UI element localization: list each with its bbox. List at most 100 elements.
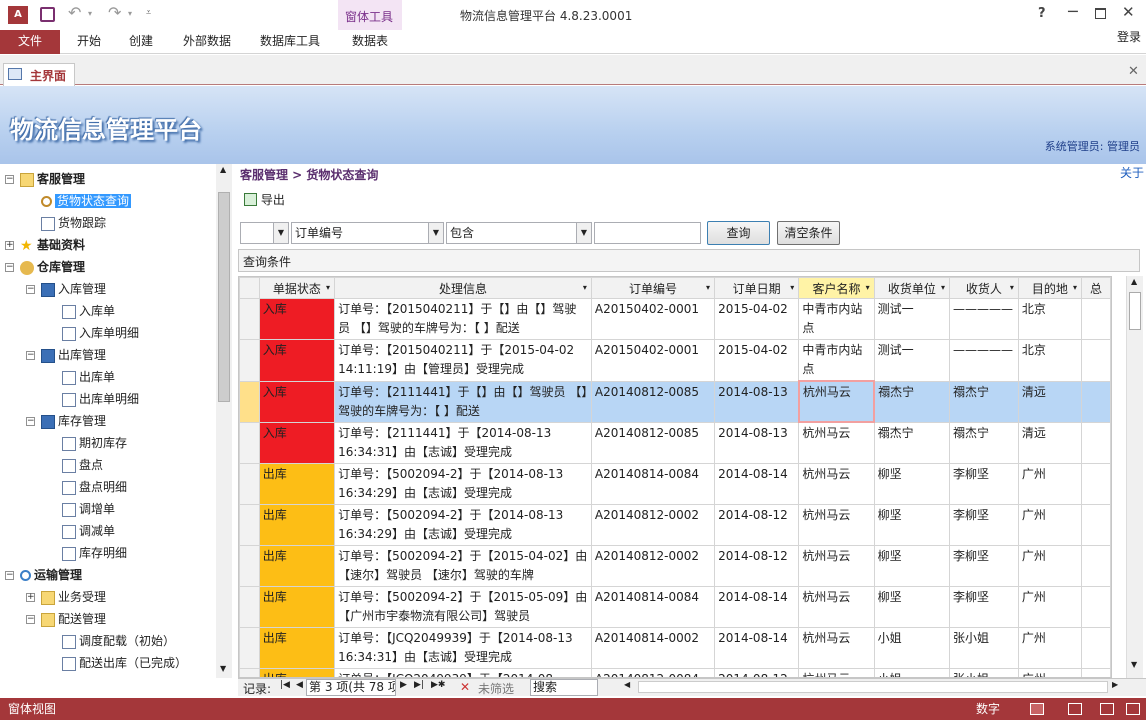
cell-dest[interactable]: 清远 bbox=[1017, 380, 1082, 423]
document-tab-main[interactable]: 主界面 bbox=[3, 63, 75, 86]
tree-item[interactable]: 盘点 bbox=[62, 454, 103, 476]
access-app-icon[interactable]: A bbox=[8, 6, 28, 24]
cell-total[interactable] bbox=[1080, 626, 1111, 669]
redo-dropdown-icon[interactable]: ▾ bbox=[128, 9, 132, 18]
clear-conditions-button[interactable]: 清空条件 bbox=[777, 221, 840, 245]
cell-total[interactable] bbox=[1080, 462, 1111, 505]
sort-menu-icon[interactable]: ▾ bbox=[1010, 283, 1014, 292]
cell-status[interactable]: 入库 bbox=[258, 380, 336, 423]
col-header-receiving-unit[interactable]: 收货单位 ▾ bbox=[873, 277, 951, 299]
col-header-customer[interactable]: 客户名称 ▾ bbox=[798, 277, 875, 299]
tree-item[interactable]: − 入库管理 bbox=[26, 278, 106, 300]
horizontal-scroll-track[interactable] bbox=[638, 681, 1108, 693]
record-position-field[interactable]: 第 3 项(共 78 项 bbox=[306, 679, 396, 696]
cell-customer[interactable]: 杭州马云 bbox=[798, 544, 875, 587]
tree-item[interactable]: 入库单明细 bbox=[62, 322, 139, 344]
tree-item[interactable]: 调减单 bbox=[62, 520, 115, 542]
cell-info[interactable]: 订单号：【5002094-2】于【2014-08-13 16:34:29】由【志… bbox=[334, 462, 592, 505]
tree-item[interactable]: − 库存管理 bbox=[26, 410, 106, 432]
collapse-icon[interactable]: − bbox=[5, 571, 14, 580]
form-view-icon[interactable] bbox=[1030, 703, 1044, 715]
grid-scroll-up[interactable]: ▲ bbox=[1131, 277, 1137, 286]
cell-unit[interactable]: 柳坚 bbox=[873, 544, 951, 587]
col-header-total[interactable]: 总 bbox=[1080, 277, 1111, 299]
cell-order[interactable]: A20140814-0084 bbox=[590, 462, 716, 505]
undo-dropdown-icon[interactable]: ▾ bbox=[88, 9, 92, 18]
tree-item[interactable]: − 出库管理 bbox=[26, 344, 106, 366]
cell-info[interactable]: 订单号：【2111441】于【】由【】驾驶员 【】驾驶的车牌号为：【 】配送 bbox=[334, 380, 592, 423]
tab-create[interactable]: 创建 bbox=[120, 30, 162, 54]
tree-item[interactable]: 入库单 bbox=[62, 300, 115, 322]
grid-scroll-down[interactable]: ▼ bbox=[1131, 660, 1137, 669]
tab-file[interactable]: 文件 bbox=[0, 30, 60, 54]
cell-order[interactable]: A20140814-0002 bbox=[590, 626, 716, 669]
cell-customer[interactable]: 杭州马云 bbox=[798, 626, 875, 669]
row-selector[interactable] bbox=[239, 380, 260, 423]
tree-item[interactable]: 库存明细 bbox=[62, 542, 127, 564]
cell-status[interactable]: 出库 bbox=[258, 503, 336, 546]
expand-icon[interactable]: + bbox=[5, 241, 14, 250]
cell-status[interactable]: 出库 bbox=[258, 462, 336, 505]
navigation-tree[interactable]: − 客服管理 货物状态查询 货物跟踪 + ★ 基础资料 − 仓库管理 − 入库管理 入库单 入库单明细 −… bbox=[0, 164, 232, 678]
row-selector[interactable] bbox=[239, 421, 260, 464]
row-selector[interactable] bbox=[239, 298, 260, 340]
row-selector[interactable] bbox=[239, 626, 260, 669]
row-selector[interactable] bbox=[239, 585, 260, 628]
collapse-icon[interactable]: − bbox=[5, 263, 14, 272]
cell-status[interactable]: 出库 bbox=[258, 626, 336, 669]
filter-state-toggle[interactable]: 未筛选 bbox=[478, 680, 514, 697]
save-icon[interactable] bbox=[40, 7, 55, 22]
tab-database-tools[interactable]: 数据库工具 bbox=[252, 30, 328, 54]
new-record-button[interactable]: ▶✱ bbox=[431, 680, 445, 690]
first-record-button[interactable]: |◀ bbox=[280, 680, 290, 690]
search-box[interactable]: 搜索 bbox=[530, 679, 598, 696]
sort-menu-icon[interactable]: ▾ bbox=[941, 283, 945, 292]
cell-dest[interactable]: 北京 bbox=[1017, 339, 1082, 382]
filter-icon[interactable]: ▾ bbox=[790, 283, 794, 292]
cell-status[interactable]: 出库 bbox=[258, 544, 336, 587]
cell-receiver[interactable]: 李柳坚 bbox=[949, 503, 1019, 546]
cell-unit[interactable]: 小姐 bbox=[873, 626, 951, 669]
cell-info[interactable]: 订单号：【2111441】于【2014-08-13 16:34:31】由【志诚】… bbox=[334, 421, 592, 464]
cell-customer[interactable]: 杭州马云 bbox=[797, 380, 876, 423]
table-row[interactable]: 出库 订单号：【JCQ2049939】于【2014-08-13 16:34:31】… bbox=[239, 626, 1111, 669]
login-link[interactable]: 登录 bbox=[1112, 26, 1146, 50]
col-header-status[interactable]: 单据状态 ▾ bbox=[258, 277, 336, 299]
cell-date[interactable]: 2014-08-14 bbox=[714, 626, 800, 669]
tree-item[interactable]: + ★ 基础资料 bbox=[5, 234, 85, 256]
cell-receiver[interactable]: 禤杰宁 bbox=[949, 380, 1019, 423]
cell-customer[interactable]: 杭州马云 bbox=[798, 421, 875, 464]
table-row[interactable]: 出库 订单号：【5002094-2】于【2014-08-13 16:34:29】由… bbox=[239, 462, 1111, 505]
cell-date[interactable]: 2015-04-02 bbox=[714, 339, 800, 382]
collapse-icon[interactable]: − bbox=[26, 351, 35, 360]
cell-receiver[interactable]: 张小姐 bbox=[949, 667, 1019, 677]
cell-unit[interactable]: 测试一 bbox=[873, 339, 951, 382]
cell-receiver[interactable]: 李柳坚 bbox=[949, 544, 1019, 587]
cell-order[interactable]: A20140812-0084 bbox=[590, 667, 716, 677]
cell-unit[interactable]: 小姐 bbox=[873, 667, 951, 677]
cell-info[interactable]: 订单号：【5002094-2】于【2015-05-09】由【广州市宇泰物流有限公… bbox=[334, 585, 592, 628]
cell-total[interactable] bbox=[1080, 380, 1111, 423]
collapse-icon[interactable]: − bbox=[5, 175, 14, 184]
tree-item[interactable]: 货物状态查询 bbox=[41, 190, 132, 212]
cell-info[interactable]: 订单号：【2015040211】于【】由【】驾驶员 【】驾驶的车牌号为：【 】配… bbox=[334, 298, 592, 340]
cell-receiver[interactable]: 禤杰宁 bbox=[949, 421, 1019, 464]
col-header-receiver[interactable]: 收货人 ▾ bbox=[949, 277, 1019, 299]
logic-select[interactable]: ▼ bbox=[240, 222, 289, 244]
cell-status[interactable]: 入库 bbox=[258, 421, 336, 464]
cell-date[interactable]: 2014-08-13 bbox=[714, 380, 800, 423]
chevron-down-icon[interactable]: ▼ bbox=[576, 223, 591, 243]
cell-dest[interactable]: 清远 bbox=[1017, 421, 1082, 464]
cell-order[interactable]: A20140812-0085 bbox=[590, 421, 716, 464]
cell-unit[interactable]: 禤杰宁 bbox=[873, 421, 951, 464]
tab-datasheet[interactable]: 数据表 bbox=[338, 30, 402, 54]
table-row[interactable]: 出库订单号：【JCQ2049939】于【2014-08-A20140812-00… bbox=[239, 667, 1111, 677]
undo-icon[interactable]: ↶ bbox=[68, 3, 81, 22]
grid-scroll-thumb[interactable] bbox=[1129, 292, 1141, 330]
tree-item[interactable]: + 业务受理 bbox=[26, 586, 106, 608]
cell-receiver[interactable]: 张小姐 bbox=[949, 626, 1019, 669]
cell-unit[interactable]: 柳坚 bbox=[873, 462, 951, 505]
cell-date[interactable]: 2014-08-12 bbox=[714, 667, 800, 677]
close-button[interactable]: ✕ bbox=[1122, 3, 1135, 21]
tree-scroll-thumb[interactable] bbox=[218, 192, 230, 402]
